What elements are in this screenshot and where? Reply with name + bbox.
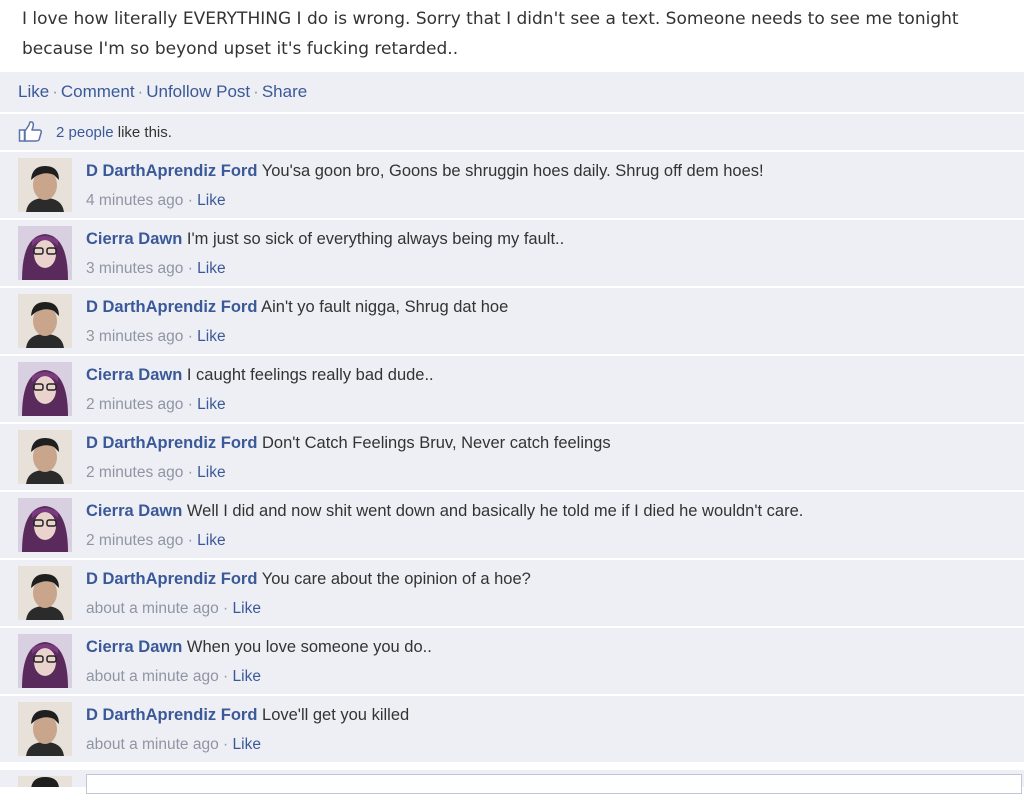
- separator: ·: [52, 82, 58, 101]
- comment-author[interactable]: D DarthAprendiz Ford: [86, 162, 257, 180]
- separator: ·: [187, 464, 193, 481]
- male-avatar[interactable]: [18, 294, 72, 348]
- comment-timestamp[interactable]: 3 minutes ago: [86, 260, 183, 277]
- comment-text: Don't Catch Feelings Bruv, Never catch f…: [262, 434, 611, 452]
- comment-author[interactable]: D DarthAprendiz Ford: [86, 434, 257, 452]
- comment-text: I'm just so sick of everything always be…: [186, 230, 565, 248]
- comment-item: Cierra Dawn I caught feelings really bad…: [0, 356, 1024, 424]
- female-avatar[interactable]: [18, 362, 72, 416]
- comment-like-link[interactable]: Like: [197, 328, 225, 345]
- comment-text: Ain't yo fault nigga, Shrug dat hoe: [261, 298, 509, 316]
- male-avatar[interactable]: [18, 158, 72, 212]
- comment-item: D DarthAprendiz Ford Don't Catch Feeling…: [0, 424, 1024, 492]
- comment-author[interactable]: D DarthAprendiz Ford: [86, 298, 257, 316]
- comment-author[interactable]: Cierra Dawn: [86, 638, 182, 656]
- post-actions-bar: Like · Comment · Unfollow Post · Share: [0, 72, 1024, 114]
- comment-like-link[interactable]: Like: [197, 260, 225, 277]
- separator: ·: [137, 82, 144, 101]
- separator: ·: [223, 600, 229, 617]
- female-avatar[interactable]: [18, 226, 72, 280]
- comment-item: D DarthAprendiz Ford Love'll get you kil…: [0, 696, 1024, 764]
- comment-timestamp[interactable]: about a minute ago: [86, 736, 219, 753]
- like-link[interactable]: Like: [18, 82, 49, 101]
- unfollow-post-link[interactable]: Unfollow Post: [146, 82, 250, 101]
- share-link[interactable]: Share: [262, 82, 307, 101]
- comment-item: Cierra Dawn When you love someone you do…: [0, 628, 1024, 696]
- comment-like-link[interactable]: Like: [233, 668, 261, 685]
- comment-text: When you love someone you do..: [186, 638, 432, 656]
- user-avatar: [18, 774, 72, 787]
- female-avatar[interactable]: [18, 634, 72, 688]
- comment-like-link[interactable]: Like: [233, 600, 261, 617]
- separator: ·: [187, 192, 193, 209]
- female-avatar[interactable]: [18, 498, 72, 552]
- male-avatar[interactable]: [18, 702, 72, 756]
- comment-text: You care about the opinion of a hoe?: [261, 570, 531, 588]
- comment-timestamp[interactable]: 4 minutes ago: [86, 192, 183, 209]
- comment-timestamp[interactable]: 2 minutes ago: [86, 532, 183, 549]
- comment-item: D DarthAprendiz Ford Ain't yo fault nigg…: [0, 288, 1024, 356]
- thumbs-up-icon: [18, 121, 44, 147]
- comment-timestamp[interactable]: 3 minutes ago: [86, 328, 183, 345]
- reply-composer: [0, 770, 1024, 794]
- comment-like-link[interactable]: Like: [197, 464, 225, 481]
- comment-author[interactable]: Cierra Dawn: [86, 502, 182, 520]
- comment-link[interactable]: Comment: [61, 82, 135, 101]
- comment-author[interactable]: Cierra Dawn: [86, 230, 182, 248]
- comment-timestamp[interactable]: about a minute ago: [86, 668, 219, 685]
- comment-input[interactable]: [86, 774, 1022, 794]
- likes-count-link[interactable]: 2 people: [56, 124, 114, 141]
- comment-like-link[interactable]: Like: [197, 192, 225, 209]
- separator: ·: [187, 396, 193, 413]
- comment-timestamp[interactable]: about a minute ago: [86, 600, 219, 617]
- likes-suffix: like this.: [113, 124, 172, 141]
- male-avatar[interactable]: [18, 566, 72, 620]
- comment-item: D DarthAprendiz Ford You'sa goon bro, Go…: [0, 152, 1024, 220]
- separator: ·: [223, 736, 229, 753]
- comment-text: You'sa goon bro, Goons be shruggin hoes …: [261, 162, 764, 180]
- separator: ·: [187, 260, 193, 277]
- separator: ·: [223, 668, 229, 685]
- comment-author[interactable]: D DarthAprendiz Ford: [86, 570, 257, 588]
- comment-item: Cierra Dawn Well I did and now shit went…: [0, 492, 1024, 560]
- comment-author[interactable]: Cierra Dawn: [86, 366, 182, 384]
- comment-timestamp[interactable]: 2 minutes ago: [86, 464, 183, 481]
- separator: ·: [187, 532, 193, 549]
- comment-item: Cierra Dawn I'm just so sick of everythi…: [0, 220, 1024, 288]
- male-avatar[interactable]: [18, 430, 72, 484]
- comment-text: Love'll get you killed: [262, 706, 410, 724]
- comment-like-link[interactable]: Like: [197, 396, 225, 413]
- separator: ·: [187, 328, 193, 345]
- post-text: I love how literally EVERYTHING I do is …: [22, 9, 959, 59]
- comment-item: D DarthAprendiz Ford You care about the …: [0, 560, 1024, 628]
- comment-author[interactable]: D DarthAprendiz Ford: [86, 706, 257, 724]
- likes-summary: 2 people like this.: [0, 114, 1024, 152]
- comment-like-link[interactable]: Like: [233, 736, 261, 753]
- separator: ·: [253, 82, 259, 101]
- comment-timestamp[interactable]: 2 minutes ago: [86, 396, 183, 413]
- comment-text: Well I did and now shit went down and ba…: [186, 502, 804, 520]
- comment-text: I caught feelings really bad dude..: [186, 366, 434, 384]
- comment-like-link[interactable]: Like: [197, 532, 225, 549]
